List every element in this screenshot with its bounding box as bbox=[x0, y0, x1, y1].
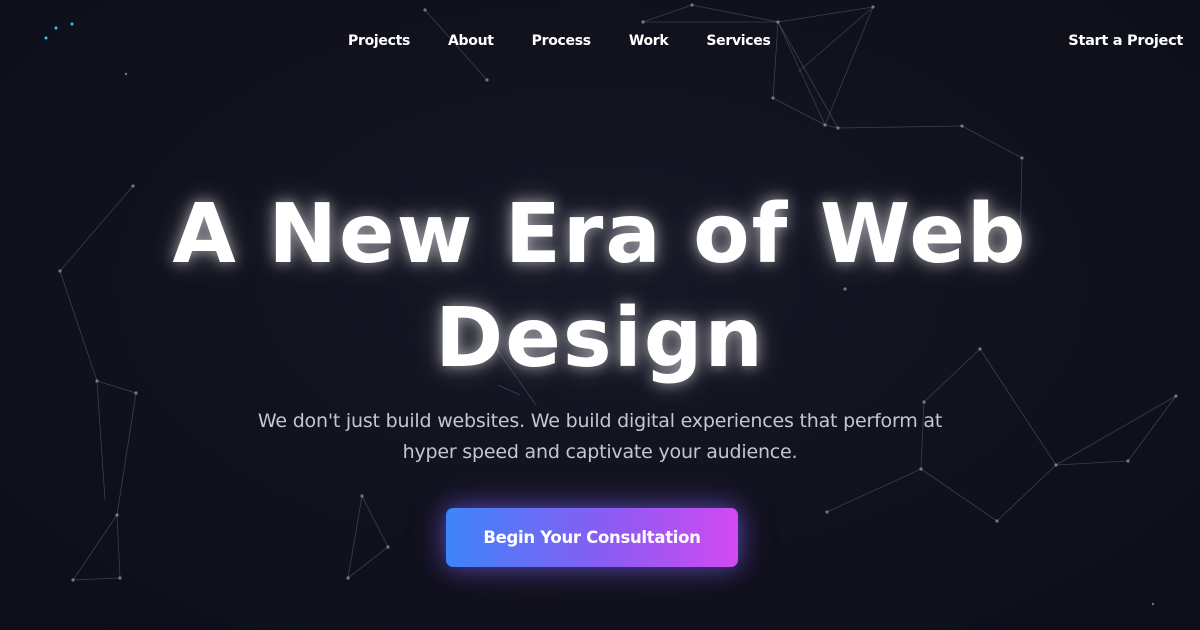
network-node bbox=[1020, 156, 1024, 160]
hero-title: A New Era of Web Design bbox=[172, 187, 1028, 386]
main-nav: Projects About Process Work Services bbox=[348, 30, 771, 52]
network-node bbox=[1054, 463, 1058, 467]
network-node bbox=[836, 126, 840, 130]
nav-link-projects[interactable]: Projects bbox=[348, 33, 410, 49]
network-node bbox=[690, 3, 694, 7]
network-node bbox=[771, 96, 775, 100]
network-node bbox=[134, 391, 138, 395]
network-node bbox=[95, 379, 99, 383]
begin-consultation-button[interactable]: Begin Your Consultation bbox=[446, 508, 738, 567]
network-node bbox=[1126, 459, 1130, 463]
network-line bbox=[72, 514, 118, 581]
network-line bbox=[642, 4, 693, 23]
network-line bbox=[96, 380, 106, 501]
network-node bbox=[346, 576, 350, 580]
network-line bbox=[824, 6, 874, 126]
network-node bbox=[823, 123, 827, 127]
network-node bbox=[485, 78, 489, 82]
network-line bbox=[996, 464, 1057, 522]
network-node bbox=[360, 494, 364, 498]
network-line bbox=[826, 468, 922, 513]
network-node bbox=[115, 513, 119, 517]
network-line bbox=[837, 125, 963, 129]
page: Projects About Process Work Services Sta… bbox=[0, 0, 1200, 630]
nav-link-services[interactable]: Services bbox=[706, 33, 770, 49]
hero-subtitle: We don't just build websites. We build d… bbox=[257, 410, 943, 463]
network-node bbox=[58, 269, 62, 273]
network-line bbox=[1055, 460, 1129, 466]
network-line bbox=[961, 125, 1023, 159]
network-line bbox=[772, 97, 826, 126]
network-node bbox=[423, 8, 427, 12]
network-node bbox=[124, 72, 128, 76]
network-node bbox=[922, 400, 926, 404]
network-line bbox=[777, 21, 839, 129]
circuit-h-logo-icon[interactable] bbox=[26, 18, 78, 82]
network-line bbox=[59, 270, 98, 382]
network-node bbox=[71, 578, 75, 582]
start-project-link[interactable]: Start a Project bbox=[1068, 30, 1183, 52]
network-node bbox=[960, 124, 964, 128]
network-line bbox=[920, 468, 998, 522]
network-node bbox=[641, 20, 645, 24]
network-node bbox=[1151, 602, 1155, 606]
nav-link-process[interactable]: Process bbox=[532, 33, 591, 49]
network-line bbox=[772, 21, 779, 99]
nav-link-about[interactable]: About bbox=[448, 33, 494, 49]
network-node bbox=[995, 519, 999, 523]
network-line bbox=[347, 495, 363, 579]
network-line bbox=[1055, 395, 1177, 466]
network-node bbox=[1174, 394, 1178, 398]
network-line bbox=[361, 495, 389, 548]
nav-link-work[interactable]: Work bbox=[629, 33, 669, 49]
network-line bbox=[116, 392, 137, 516]
network-line bbox=[824, 124, 839, 129]
network-line bbox=[1127, 395, 1177, 462]
network-line bbox=[691, 4, 779, 23]
network-node bbox=[871, 5, 875, 9]
network-node bbox=[776, 20, 780, 24]
network-line bbox=[347, 546, 389, 579]
network-line bbox=[116, 514, 121, 579]
network-node bbox=[386, 545, 390, 549]
network-node bbox=[825, 510, 829, 514]
network-node bbox=[118, 576, 122, 580]
network-line bbox=[72, 577, 121, 581]
network-line bbox=[777, 21, 826, 126]
